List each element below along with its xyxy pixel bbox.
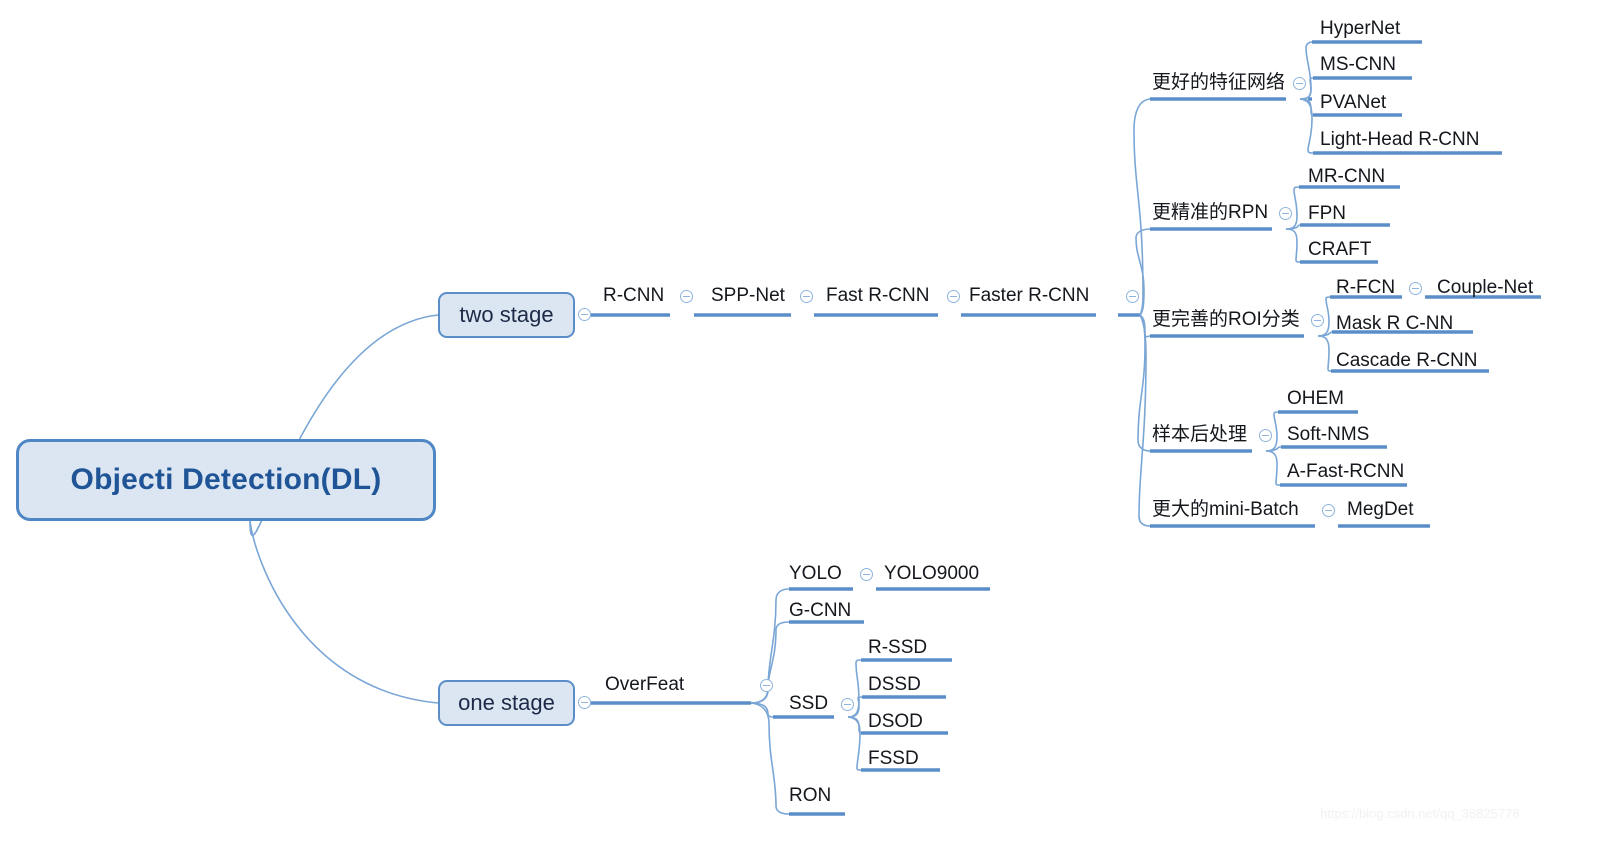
node-ohem-label: OHEM	[1287, 388, 1344, 409]
node-better-roi-classification-label: 更完善的ROI分类	[1152, 309, 1300, 330]
node-mask-r-c-nn-label: Mask R C-NN	[1336, 313, 1454, 334]
node-dssd[interactable]: DSSD	[868, 675, 921, 694]
node-two-stage[interactable]: two stage	[438, 292, 575, 338]
node-ssd-label: SSD	[789, 693, 829, 714]
node-soft-nms-label: Soft-NMS	[1287, 424, 1370, 445]
root-node[interactable]: Objecti Detection(DL)	[16, 439, 436, 521]
node-spp-net[interactable]: SPP-Net	[711, 286, 785, 305]
collapse-two-stage-icon[interactable]	[578, 308, 591, 321]
collapse-roi-class-icon[interactable]	[1311, 314, 1324, 327]
node-one-stage-label: one stage	[458, 690, 555, 715]
node-craft-label: CRAFT	[1308, 239, 1372, 260]
node-megdet[interactable]: MegDet	[1347, 500, 1414, 519]
node-light-head-r-cnn-label: Light-Head R-CNN	[1320, 129, 1480, 150]
node-g-cnn-label: G-CNN	[789, 600, 852, 621]
node-pvanet[interactable]: PVANet	[1320, 93, 1386, 112]
node-hypernet[interactable]: HyperNet	[1320, 19, 1400, 38]
node-fast-r-cnn-label: Fast R-CNN	[826, 285, 930, 306]
node-pvanet-label: PVANet	[1320, 92, 1387, 113]
node-a-fast-rcnn[interactable]: A-Fast-RCNN	[1287, 462, 1404, 481]
mindmap-canvas: Objecti Detection(DL) two stage one stag…	[0, 0, 1615, 856]
node-a-fast-rcnn-label: A-Fast-RCNN	[1287, 461, 1405, 482]
node-r-cnn-label: R-CNN	[603, 285, 665, 306]
node-g-cnn[interactable]: G-CNN	[789, 601, 851, 620]
node-better-feature-network-label: 更好的特征网络	[1152, 72, 1286, 93]
node-faster-r-cnn-label: Faster R-CNN	[969, 285, 1090, 306]
node-ron[interactable]: RON	[789, 786, 831, 805]
node-dsod-label: DSOD	[868, 711, 923, 732]
node-better-feature-network[interactable]: 更好的特征网络	[1152, 73, 1285, 92]
node-overfeat[interactable]: OverFeat	[605, 675, 684, 694]
node-dsod[interactable]: DSOD	[868, 712, 923, 731]
collapse-precise-rpn-icon[interactable]	[1279, 207, 1292, 220]
node-fpn[interactable]: FPN	[1308, 204, 1346, 223]
node-ms-cnn-label: MS-CNN	[1320, 54, 1396, 75]
node-cascade-r-cnn-label: Cascade R-CNN	[1336, 350, 1478, 371]
node-spp-net-label: SPP-Net	[711, 285, 785, 306]
collapse-one-stage-icon[interactable]	[578, 696, 591, 709]
node-mr-cnn-label: MR-CNN	[1308, 166, 1386, 187]
node-light-head-r-cnn[interactable]: Light-Head R-CNN	[1320, 130, 1479, 149]
node-more-precise-rpn-label: 更精准的RPN	[1152, 202, 1269, 223]
node-hypernet-label: HyperNet	[1320, 18, 1401, 39]
node-larger-mini-batch-label: 更大的mini-Batch	[1152, 499, 1299, 520]
collapse-better-feature-icon[interactable]	[1293, 77, 1306, 90]
node-r-ssd[interactable]: R-SSD	[868, 638, 927, 657]
watermark-text: https://blog.csdn.net/qq_36825778	[1320, 806, 1520, 821]
collapse-faster-r-cnn-icon[interactable]	[1126, 290, 1139, 303]
node-ohem[interactable]: OHEM	[1287, 389, 1344, 408]
watermark: https://blog.csdn.net/qq_36825778	[1320, 806, 1520, 821]
node-megdet-label: MegDet	[1347, 499, 1414, 520]
node-r-fcn[interactable]: R-FCN	[1336, 278, 1395, 297]
root-node-label: Objecti Detection(DL)	[70, 463, 382, 496]
node-one-stage[interactable]: one stage	[438, 680, 575, 726]
node-faster-r-cnn[interactable]: Faster R-CNN	[969, 286, 1089, 305]
collapse-sample-post-icon[interactable]	[1259, 429, 1272, 442]
node-fssd[interactable]: FSSD	[868, 749, 919, 768]
node-r-fcn-label: R-FCN	[1336, 277, 1396, 298]
node-yolo[interactable]: YOLO	[789, 564, 842, 583]
collapse-spp-net-icon[interactable]	[800, 290, 813, 303]
collapse-r-cnn-icon[interactable]	[680, 290, 693, 303]
node-fpn-label: FPN	[1308, 203, 1346, 224]
node-r-ssd-label: R-SSD	[868, 637, 928, 658]
node-cascade-r-cnn[interactable]: Cascade R-CNN	[1336, 351, 1477, 370]
node-ms-cnn[interactable]: MS-CNN	[1320, 55, 1396, 74]
node-couple-net[interactable]: Couple-Net	[1437, 278, 1533, 297]
node-soft-nms[interactable]: Soft-NMS	[1287, 425, 1369, 444]
node-fast-r-cnn[interactable]: Fast R-CNN	[826, 286, 929, 305]
node-couple-net-label: Couple-Net	[1437, 277, 1534, 298]
collapse-r-fcn-icon[interactable]	[1409, 282, 1422, 295]
collapse-fast-r-cnn-icon[interactable]	[947, 290, 960, 303]
node-two-stage-label: two stage	[459, 302, 554, 327]
node-better-roi-classification[interactable]: 更完善的ROI分类	[1152, 310, 1300, 329]
node-mask-r-c-nn[interactable]: Mask R C-NN	[1336, 314, 1453, 333]
collapse-yolo-icon[interactable]	[860, 568, 873, 581]
node-sample-post-processing-label: 样本后处理	[1152, 424, 1248, 445]
collapse-mini-batch-icon[interactable]	[1322, 504, 1335, 517]
collapse-ssd-icon[interactable]	[841, 698, 854, 711]
collapse-overfeat-icon[interactable]	[760, 679, 773, 692]
node-ssd[interactable]: SSD	[789, 694, 828, 713]
node-dssd-label: DSSD	[868, 674, 921, 695]
node-craft[interactable]: CRAFT	[1308, 240, 1371, 259]
node-yolo-label: YOLO	[789, 563, 842, 584]
node-more-precise-rpn[interactable]: 更精准的RPN	[1152, 203, 1268, 222]
node-overfeat-label: OverFeat	[605, 674, 685, 695]
node-ron-label: RON	[789, 785, 832, 806]
node-larger-mini-batch[interactable]: 更大的mini-Batch	[1152, 500, 1299, 519]
node-mr-cnn[interactable]: MR-CNN	[1308, 167, 1385, 186]
node-yolo9000[interactable]: YOLO9000	[884, 564, 979, 583]
node-sample-post-processing[interactable]: 样本后处理	[1152, 425, 1247, 444]
node-yolo9000-label: YOLO9000	[884, 563, 980, 584]
node-r-cnn[interactable]: R-CNN	[603, 286, 664, 305]
node-fssd-label: FSSD	[868, 748, 919, 769]
